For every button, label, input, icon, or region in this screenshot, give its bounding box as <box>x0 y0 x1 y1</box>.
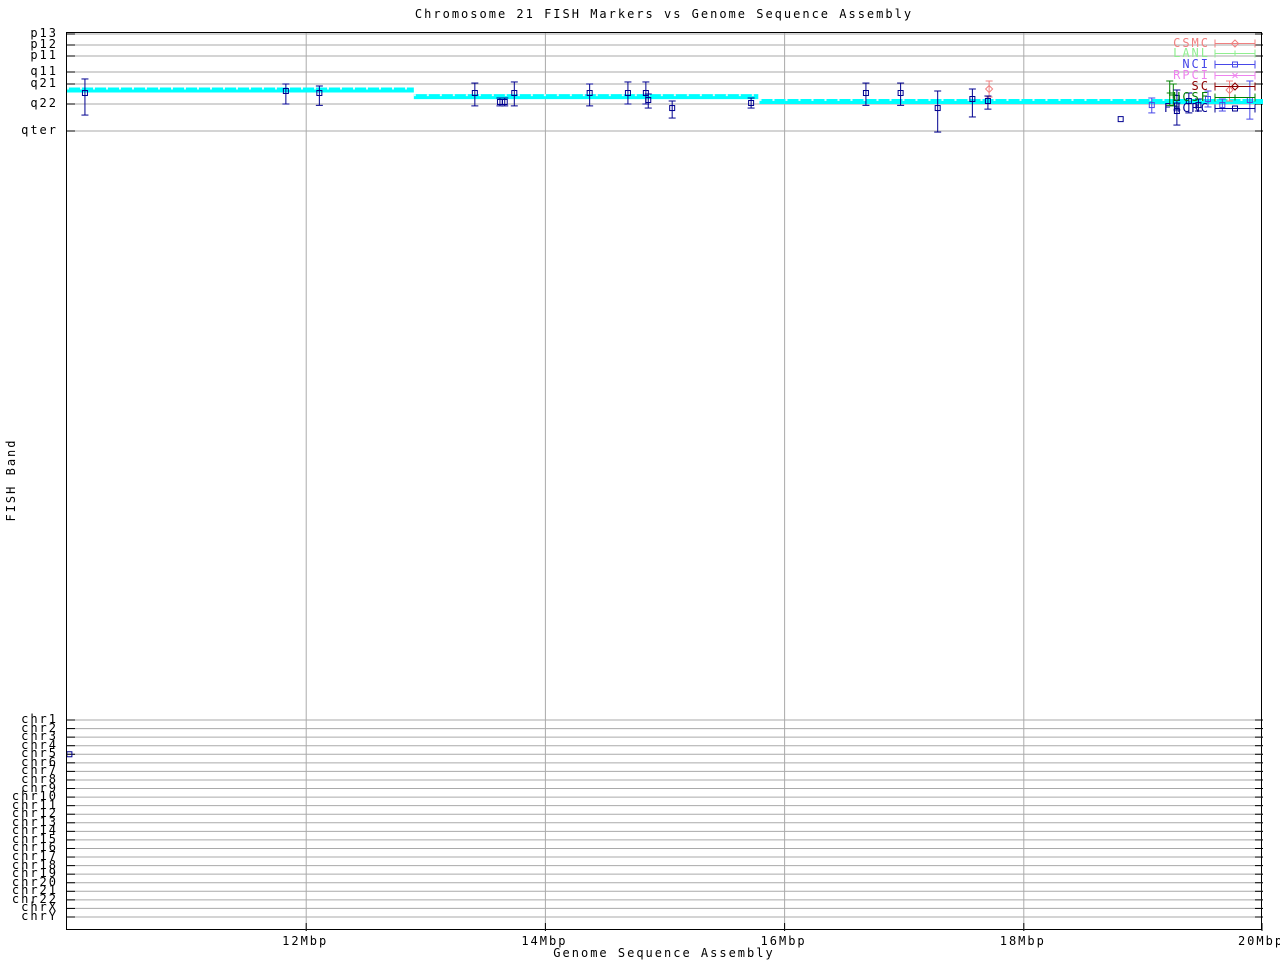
legend-label: FHCRC <box>1164 103 1210 114</box>
legend-sample <box>1213 38 1257 49</box>
y-tick-label-band: qter <box>0 125 58 135</box>
chart-canvas <box>67 33 1263 931</box>
y-axis-label: FISH Band <box>4 438 18 521</box>
legend-item: RPCI <box>1173 70 1257 81</box>
y-tick-label-band: q21 <box>0 78 58 88</box>
x-axis-label: Genome Sequence Assembly <box>66 946 1262 960</box>
x-tick-label: 20Mbp <box>1221 934 1280 948</box>
x-tick-label: 16Mbp <box>744 934 824 948</box>
y-tick-label-band: q11 <box>0 66 58 76</box>
plot-area: CSMCLANLNCIRPCISCUCSFFHCRC <box>66 32 1262 930</box>
legend-sample <box>1213 103 1257 114</box>
page-title: Chromosome 21 FISH Markers vs Genome Seq… <box>66 7 1262 21</box>
legend-sample <box>1213 48 1257 59</box>
x-tick-label: 12Mbp <box>265 934 345 948</box>
x-tick-label: 14Mbp <box>504 934 584 948</box>
legend-sample <box>1213 70 1257 81</box>
data-point-marker <box>1118 117 1123 122</box>
y-tick-label-band: q22 <box>0 98 58 108</box>
legend-sample <box>1213 59 1257 70</box>
y-tick-label-chr: chrY <box>0 911 58 921</box>
x-tick-label: 18Mbp <box>983 934 1063 948</box>
legend-item: FHCRC <box>1164 103 1257 114</box>
legend-sample <box>1213 92 1257 103</box>
y-tick-label-band: p11 <box>0 50 58 60</box>
legend-sample <box>1213 81 1257 92</box>
